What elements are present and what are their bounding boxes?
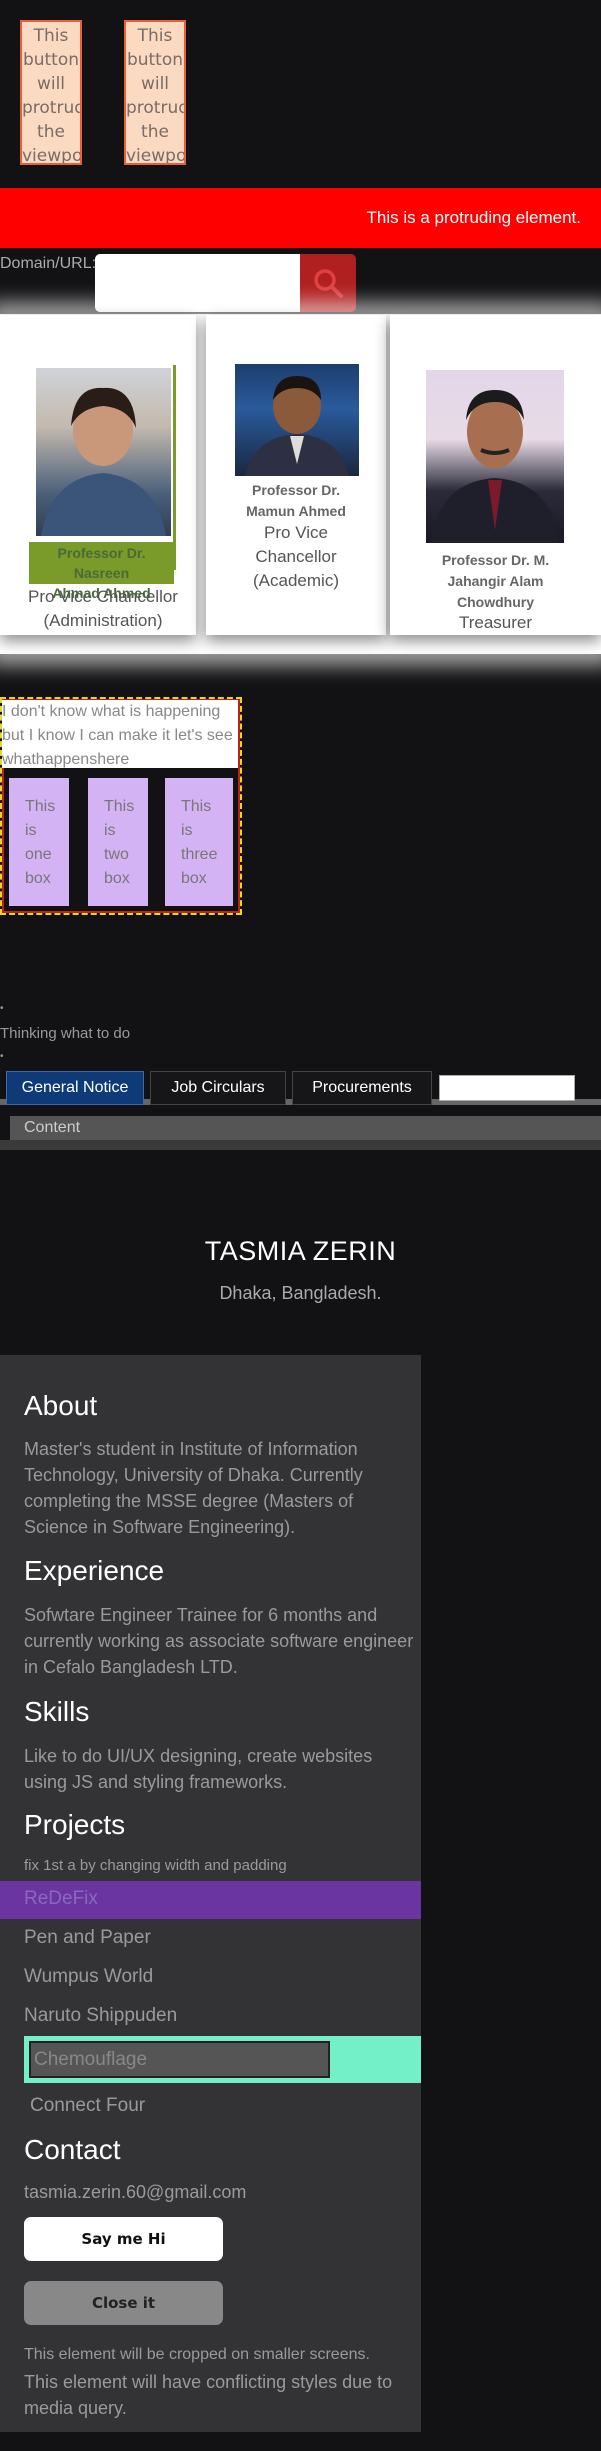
tab-general-notice[interactable]: General Notice — [6, 1071, 144, 1105]
profile-2-role: Pro Vice Chancellor (Academic) — [206, 521, 386, 593]
box-text: box — [181, 870, 207, 887]
skills-text: Like to do UI/UX designing, create websi… — [24, 1746, 373, 1792]
profile-location: Dhaka, Bangladesh. — [219, 1283, 382, 1303]
domain-input[interactable] — [95, 254, 300, 312]
search-button[interactable] — [300, 254, 356, 312]
about-text: Master's student in Institute of Informa… — [24, 1439, 363, 1537]
say-hi-button[interactable]: Say me Hi — [24, 2217, 223, 2261]
contact-email[interactable]: tasmia.zerin.60@gmail.com — [24, 2182, 246, 2203]
projects-heading: Projects — [24, 1809, 126, 1840]
project-link-pen-and-paper[interactable]: Pen and Paper — [24, 1927, 151, 1949]
purple-box-3: This is three box — [165, 778, 233, 906]
box-text: two — [104, 846, 129, 863]
role-line: Pro Vice Chancellor — [28, 587, 178, 606]
profile-1-name: Professor Dr. Nasreen Ahmad Ahmed — [29, 542, 174, 601]
protruding-button-2[interactable]: This button will protrude the viewport — [124, 20, 186, 165]
button-text: This — [33, 26, 69, 46]
box-text: is — [104, 822, 116, 839]
name-line: Jahangir Alam — [447, 573, 544, 589]
profile-1-role: Pro Vice Chancellor (Administration) — [0, 585, 206, 633]
button-text: will — [36, 74, 66, 94]
bullet-dot: • — [0, 1051, 4, 1062]
box-text: This — [104, 798, 135, 815]
button-text: protrude — [126, 98, 184, 118]
button-text: button — [126, 50, 184, 70]
person-image — [431, 390, 559, 543]
box-text: is — [181, 822, 193, 839]
button-text: viewport — [22, 146, 82, 165]
button-text: button — [22, 50, 80, 70]
project-link-naruto-shippuden[interactable]: Naruto Shippuden — [24, 2005, 177, 2027]
box-text: This — [181, 798, 212, 815]
cropped-note: This element will be cropped on smaller … — [24, 2346, 370, 2363]
box-text: one — [25, 846, 52, 863]
box-text: box — [25, 870, 51, 887]
dashed-text: I don't know what is happening but I kno… — [2, 700, 238, 768]
profile-3-role: Treasurer — [390, 611, 601, 635]
button-text: the — [141, 122, 169, 142]
profile-card-3: Professor Dr. M. Jahangir Alam Chowdhury… — [390, 315, 601, 635]
bullet-dot: • — [0, 1003, 4, 1014]
box-text: This — [25, 798, 56, 815]
project-link-chemouflage[interactable]: Chemouflage — [29, 2041, 330, 2078]
profile-3-name: Professor Dr. M. Jahangir Alam Chowdhury — [390, 550, 601, 613]
profile-photo — [36, 368, 171, 536]
profile-2-name: Professor Dr. Mamun Ahmed — [206, 480, 386, 522]
name-line: Professor Dr. M. — [441, 552, 550, 568]
button-text: viewport — [126, 146, 186, 165]
conflict-note: This element will have conflicting style… — [24, 2372, 393, 2418]
experience-heading: Experience — [24, 1555, 165, 1586]
projects-note: fix 1st a by changing width and padding — [24, 1857, 287, 1874]
box-text: three — [181, 846, 218, 863]
experience-text: Sofwtare Engineer Trainee for 6 months a… — [24, 1605, 414, 1677]
domain-label: Domain/URL: — [0, 255, 97, 272]
content-bottom-border — [0, 1140, 601, 1150]
protruding-bar: This is a protruding element. — [0, 188, 601, 248]
green-border — [173, 365, 176, 570]
role-line: (Administration) — [43, 611, 163, 630]
name-line: Mamun Ahmed — [246, 503, 346, 519]
close-button[interactable]: Close it — [24, 2281, 223, 2325]
protruding-bar-text: This is a protruding element. — [366, 208, 582, 227]
purple-box-2: This is two box — [88, 778, 148, 906]
tab-job-circulars[interactable]: Job Circulars — [150, 1071, 286, 1105]
tab-procurements[interactable]: Procurements — [292, 1071, 432, 1105]
button-text: the — [37, 122, 65, 142]
name-line: Professor Dr. Nasreen — [57, 545, 146, 581]
about-heading: About — [24, 1390, 98, 1421]
button-text: protrude — [22, 98, 80, 118]
list-item: Thinking what to do — [0, 1025, 131, 1042]
skills-heading: Skills — [24, 1696, 90, 1727]
profile-name: TASMIA ZERIN — [204, 1236, 397, 1266]
tab-search-input[interactable] — [439, 1075, 575, 1101]
profile-photo — [235, 364, 359, 476]
name-line: Professor Dr. — [252, 482, 340, 498]
role-line: Treasurer — [458, 613, 533, 632]
box-text: box — [104, 870, 130, 887]
tab-content: Content — [10, 1116, 601, 1140]
search-icon — [314, 269, 343, 298]
purple-box-1: This is one box — [9, 778, 69, 906]
person-image — [41, 387, 166, 536]
project-link-redefix[interactable]: ReDeFix — [24, 1888, 98, 1910]
button-text: will — [140, 74, 170, 94]
project-link-wumpus-world[interactable]: Wumpus World — [24, 1966, 153, 1988]
person-image — [245, 376, 349, 476]
role-line: Pro Vice — [264, 523, 328, 542]
protruding-button-1[interactable]: This button will protrude the viewport — [20, 20, 82, 165]
profile-card-2: Professor Dr. Mamun Ahmed Pro Vice Chanc… — [206, 315, 386, 635]
role-line: (Academic) — [253, 571, 339, 590]
profile-photo — [426, 370, 564, 543]
project-link-connect-four[interactable]: Connect Four — [30, 2095, 145, 2117]
role-line: Chancellor — [255, 547, 337, 566]
box-text: is — [25, 822, 37, 839]
name-line: Chowdhury — [457, 594, 534, 610]
contact-heading: Contact — [24, 2134, 121, 2165]
button-text: This — [137, 26, 173, 46]
